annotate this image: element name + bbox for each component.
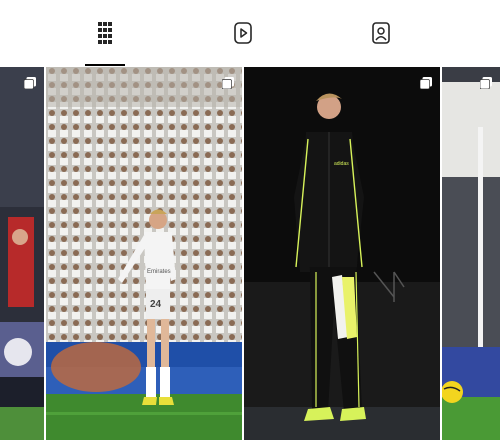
tagged-user-icon [372, 22, 390, 44]
post-image-goal-ball [442, 67, 500, 440]
grid-icon [98, 22, 112, 44]
multiple-photos-icon [221, 76, 234, 94]
post-thumbnail-3[interactable]: adidas [244, 67, 440, 440]
multiple-photos-icon [479, 76, 492, 94]
jersey-sponsor-text: Emirates [147, 269, 171, 275]
post-image-footballer-pitch: Emirates 24 [46, 67, 242, 440]
post-image-stadium [0, 67, 44, 440]
tab-tagged[interactable] [341, 0, 421, 66]
profile-tab-bar [0, 0, 500, 66]
multiple-photos-icon [419, 76, 432, 94]
multiple-photos-icon [23, 76, 36, 94]
post-thumbnail-1[interactable] [0, 67, 44, 440]
jacket-logo-text: adidas [334, 161, 349, 167]
tab-posts[interactable] [65, 0, 145, 66]
jersey-number-text: 24 [150, 299, 162, 310]
reels-play-icon [234, 22, 252, 44]
post-thumbnail-4[interactable] [442, 67, 500, 440]
post-image-tracksuit-portrait: adidas [244, 67, 440, 440]
tab-reels[interactable] [203, 0, 283, 66]
posts-grid: Emirates 24 adidas [0, 67, 500, 440]
post-thumbnail-2[interactable]: Emirates 24 [46, 67, 242, 440]
